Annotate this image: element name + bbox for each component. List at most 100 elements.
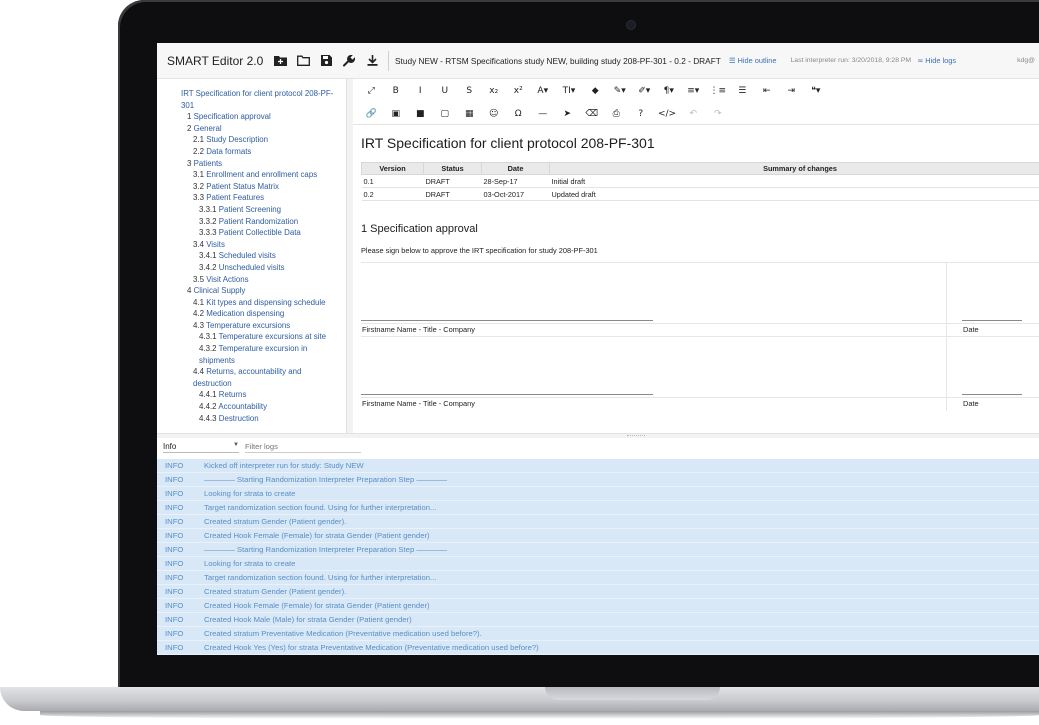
bold-icon[interactable]: B bbox=[384, 81, 409, 101]
version-table-header: Version Status Date Summary of changes bbox=[361, 162, 1039, 175]
outline-item-label: Patients bbox=[193, 158, 223, 168]
subscript-icon[interactable]: x₂ bbox=[482, 81, 507, 101]
outline-item[interactable]: 3.3.1 Patient Screening bbox=[157, 204, 346, 216]
hide-logs-button[interactable]: ≂ Hide logs bbox=[917, 56, 956, 65]
unordered-list-icon[interactable]: ☰ bbox=[730, 81, 755, 101]
outline-item[interactable]: 4 Clinical Supply bbox=[157, 285, 346, 297]
outline-item-number: 4.4 bbox=[193, 367, 204, 377]
print-icon[interactable]: ⎙ bbox=[604, 104, 629, 124]
logs-icon: ≂ bbox=[917, 56, 924, 65]
outline-item-label: Kit types and dispensing schedule bbox=[206, 297, 326, 307]
outline-item[interactable]: 3.5 Visit Actions bbox=[157, 274, 346, 286]
signature-date: Date bbox=[963, 325, 979, 334]
select-icon[interactable]: ➤ bbox=[555, 104, 580, 124]
special-char-icon[interactable]: Ω bbox=[506, 104, 531, 124]
table-cell: 28-Sep-17 bbox=[481, 174, 550, 188]
brush-icon[interactable]: ✎▾ bbox=[608, 81, 633, 101]
log-entry: INFO Created Hook Yes (Yes) for strata Pr… bbox=[157, 641, 1039, 655]
clear-format-icon[interactable]: ⌫ bbox=[580, 104, 605, 124]
outline-item[interactable]: 4.3.1 Temperature excursions at site bbox=[157, 331, 346, 343]
outline-item-label: 301 bbox=[181, 100, 195, 110]
color-fill-icon[interactable]: ◆ bbox=[583, 81, 608, 101]
outline-item-number: 2.1 bbox=[193, 135, 204, 145]
outline-item-number: 3.3.3 bbox=[199, 228, 217, 238]
outline-item[interactable]: 3.4.1 Scheduled visits bbox=[157, 250, 346, 262]
outline-item-label: Temperature excursions at site bbox=[218, 332, 327, 342]
strikethrough-icon[interactable]: S bbox=[457, 81, 482, 101]
outline-item[interactable]: 4.4 Returns, accountability and bbox=[157, 366, 346, 378]
hide-outline-button[interactable]: ☰ Hide outline bbox=[729, 56, 777, 65]
outline-item[interactable]: shipments bbox=[157, 355, 346, 367]
outline-item[interactable]: 3.3.3 Patient Collectible Data bbox=[157, 227, 346, 239]
video-icon[interactable]: ■ bbox=[408, 104, 433, 124]
outline-item[interactable]: 4.2 Medication dispensing bbox=[157, 308, 346, 320]
help-icon[interactable]: ? bbox=[629, 104, 654, 124]
wrench-icon[interactable] bbox=[338, 50, 360, 72]
outline-item[interactable]: 4.4.1 Returns bbox=[157, 389, 346, 401]
italic-icon[interactable]: I bbox=[408, 81, 433, 101]
outline-item[interactable]: 3 Patients bbox=[157, 158, 346, 170]
outline-item[interactable]: 4.4.3 Destruction bbox=[157, 413, 346, 425]
horizontal-rule-icon[interactable]: — bbox=[531, 104, 556, 124]
outline-item-number: 2 bbox=[187, 123, 192, 133]
outline-item[interactable]: IRT Specification for client protocol 20… bbox=[157, 88, 346, 100]
save-icon[interactable] bbox=[315, 50, 337, 72]
outline-item[interactable]: 4.4.2 Accountability bbox=[157, 401, 346, 413]
ordered-list-icon[interactable]: ⋮≡ bbox=[706, 81, 731, 101]
table-icon[interactable]: ▦ bbox=[457, 104, 482, 124]
outdent-icon[interactable]: ⇤ bbox=[755, 81, 780, 101]
superscript-icon[interactable]: x² bbox=[506, 81, 531, 101]
undo-icon[interactable]: ↶ bbox=[681, 104, 706, 124]
outline-item-label: Patient Status Matrix bbox=[206, 181, 279, 191]
quote-icon[interactable]: ❝▾ bbox=[804, 81, 829, 101]
outline-item[interactable]: 2 General bbox=[157, 123, 346, 135]
outline-item[interactable]: 3.2 Patient Status Matrix bbox=[157, 181, 346, 193]
outline-item[interactable]: 4.3 Temperature excursions bbox=[157, 320, 346, 332]
link-icon[interactable]: 🔗 bbox=[359, 104, 384, 124]
outline-item[interactable]: 4.3.2 Temperature excursion in bbox=[157, 343, 346, 355]
user-account[interactable]: kdg@ bbox=[1017, 57, 1039, 64]
outline-item[interactable]: 2.2 Data formats bbox=[157, 146, 346, 158]
outline-item[interactable]: 3.1 Enrollment and enrollment caps bbox=[157, 169, 346, 181]
filter-logs-input[interactable] bbox=[245, 441, 361, 453]
file-icon[interactable]: ▢ bbox=[433, 104, 458, 124]
download-icon[interactable] bbox=[361, 50, 383, 72]
outline-item[interactable]: 3.3 Patient Features bbox=[157, 192, 346, 204]
text-style-icon[interactable]: TI▾ bbox=[555, 81, 583, 101]
outline-item[interactable]: 3.4.2 Unscheduled visits bbox=[157, 262, 346, 274]
code-view-icon[interactable]: </> bbox=[653, 104, 681, 124]
outline-item[interactable]: 4.1 Kit types and dispensing schedule bbox=[157, 297, 346, 309]
emoji-icon[interactable]: ☺ bbox=[482, 104, 507, 124]
underline-icon[interactable]: U bbox=[433, 81, 458, 101]
document-outline: IRT Specification for client protocol 20… bbox=[157, 79, 347, 433]
document-content[interactable]: IRT Specification for client protocol 20… bbox=[353, 125, 1039, 411]
indent-icon[interactable]: ⇥ bbox=[779, 81, 804, 101]
align-icon[interactable]: ≡▾ bbox=[681, 81, 706, 101]
add-folder-icon[interactable] bbox=[269, 50, 291, 72]
outline-item-number: 3.3 bbox=[193, 193, 204, 203]
outline-item-number: 4.3.1 bbox=[199, 332, 217, 342]
log-level: INFO bbox=[165, 517, 184, 526]
paragraph-icon[interactable]: ¶▾ bbox=[657, 81, 682, 101]
pen-icon[interactable]: ✐▾ bbox=[632, 81, 657, 101]
folder-icon[interactable] bbox=[292, 50, 314, 72]
outline-item[interactable]: 3.4 Visits bbox=[157, 239, 346, 251]
image-icon[interactable]: ▣ bbox=[384, 104, 409, 124]
outline-item[interactable]: 3.3.2 Patient Randomization bbox=[157, 216, 346, 228]
font-size-icon[interactable]: A▾ bbox=[531, 81, 556, 101]
redo-icon[interactable]: ↷ bbox=[706, 104, 731, 124]
study-title: Study NEW - RTSM Specifications study NE… bbox=[395, 55, 721, 66]
table-cell: DRAFT bbox=[423, 187, 482, 201]
fullscreen-icon[interactable]: ⤢ bbox=[359, 81, 384, 101]
outline-item[interactable]: 2.1 Study Description bbox=[157, 134, 346, 146]
outline-item[interactable]: 1 Specification approval bbox=[157, 111, 346, 123]
outline-item[interactable]: 301 bbox=[157, 100, 346, 112]
outline-item-number: 4.3.2 bbox=[199, 344, 217, 354]
table-cell: DRAFT bbox=[423, 174, 482, 188]
outline-item[interactable]: destruction bbox=[157, 378, 346, 390]
resize-grip[interactable] bbox=[627, 435, 645, 437]
outline-item-label: shipments bbox=[199, 355, 235, 365]
outline-item-label: Study Description bbox=[206, 135, 269, 145]
log-level-select[interactable]: Info ▼ bbox=[163, 442, 239, 453]
app-screen: SMART Editor 2.0 Study NEW - RTSM Specif… bbox=[157, 43, 1039, 655]
